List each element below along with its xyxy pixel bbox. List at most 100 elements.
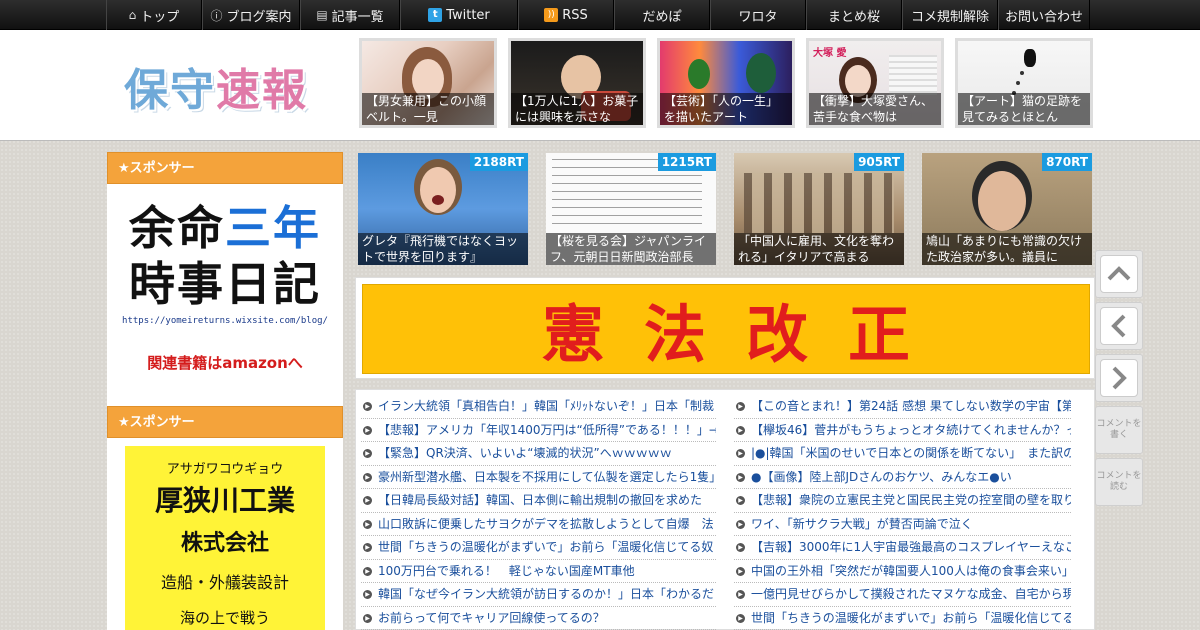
- ad1-amazon-link[interactable]: 関連書籍はamazonへ: [107, 352, 343, 373]
- ad2-name: 厚狭川工業: [154, 484, 295, 517]
- nav-item[interactable]: コメ規制解除: [902, 0, 998, 30]
- article-link[interactable]: ▶ |●|韓国「米国のせいで日本との関係を断てない」 また訳の分: [734, 442, 1071, 466]
- rss-icon: )): [544, 8, 559, 22]
- info-icon: ⓘ: [210, 8, 223, 23]
- comment-read-button[interactable]: コメントを読む: [1095, 458, 1143, 506]
- rt-badge: 1215RT: [657, 153, 716, 171]
- top-navigation-bar: ⌂ トップ ⓘ ブログ案内 ▤ 記事一覧 t Twitter)) RSS だめぽ ワロタ まとめ桜 コメ…: [0, 0, 1200, 30]
- article-link[interactable]: ▶ 世間「ちきうの温暖化がまずいで」お前ら「温暖化信じてる奴: [734, 607, 1071, 630]
- twitter-icon: t: [428, 8, 443, 22]
- rt-item[interactable]: 1215RT 【桜を見る会】ジャパンライフ、元朝日日新聞政治部長: [546, 153, 716, 265]
- ad2-more: 海の上で戦う: [179, 609, 270, 627]
- article-link[interactable]: ▶ 山口敗訴に便乗したサヨクがデマを拡散しようとして自爆 法: [361, 513, 716, 536]
- article-title: 【悲報】衆院の立憲民主党と国民民主党の控室間の壁を取り払: [751, 493, 1071, 507]
- prev-button[interactable]: [1095, 302, 1143, 350]
- nav-item[interactable]: ⌂ トップ: [106, 0, 202, 30]
- article-link[interactable]: ▶ 【悲報】衆院の立憲民主党と国民民主党の控室間の壁を取り払: [734, 489, 1071, 513]
- article-link[interactable]: ▶ 【緊急】QR決済、いよいよ“壊滅的状況”へｗｗｗｗｗ: [361, 442, 716, 466]
- article-title: 【緊急】QR決済、いよいよ“壊滅的状況”へｗｗｗｗｗ: [378, 446, 672, 460]
- list-icon: ▤: [316, 8, 328, 22]
- featured-thumb[interactable]: 【男女兼用】この小顔ベルト。一見: [359, 38, 497, 128]
- sponsor-ad-company[interactable]: アサガワコウギョウ 厚狭川工業 株式会社 造船・外艤装設計 海の上で戦う: [125, 446, 325, 630]
- nav-items: ⌂ トップ ⓘ ブログ案内 ▤ 記事一覧 t Twitter)) RSS だめぽ ワロタ まとめ桜 コメ…: [106, 0, 1090, 30]
- nav-item[interactable]: ▤ 記事一覧: [300, 0, 400, 30]
- rt-item[interactable]: 870RT 鳩山「あまりにも常識の欠けた政治家が多い。議員に: [922, 153, 1092, 265]
- ad1-line2: 時事日記: [129, 257, 321, 311]
- article-link[interactable]: ▶ イラン大統領「真相告白！」韓国「ﾒﾘｯﾄないぞ！」日本「制裁: [361, 395, 716, 419]
- article-title: 世間「ちきうの温暖化がまずいで」お前ら「温暖化信じてる奴: [378, 540, 714, 554]
- article-title: 【吉報】3000年に1人宇宙最強最高のコスプレイヤーえなこさん: [751, 540, 1071, 554]
- bullet-icon: ▶: [736, 613, 745, 623]
- article-link[interactable]: ▶ 【吉報】3000年に1人宇宙最強最高のコスプレイヤーえなこさん: [734, 536, 1071, 560]
- article-link[interactable]: ▶ 100万円台で乗れる！ 軽じゃない国産MT車他: [361, 560, 716, 583]
- nav-label: ブログ案内: [226, 9, 292, 25]
- bullet-icon: ▶: [363, 613, 372, 623]
- nav-label: お問い合わせ: [1004, 9, 1083, 25]
- article-link[interactable]: ▶ 韓国「なぜ今イラン大統領が訪日するのか！」日本「わかるだ: [361, 583, 716, 607]
- rt-item[interactable]: 905RT 「中国人に雇用、文化を奪われる」イタリアで高まる: [734, 153, 904, 265]
- sponsor-ad-blog[interactable]: 余命三年 時事日記 https://yomeireturns.wixsite.c…: [107, 184, 343, 406]
- nav-label: RSS: [562, 7, 588, 23]
- featured-caption: 【男女兼用】この小顔ベルト。一見: [362, 93, 494, 125]
- ad1-line1a: 余命: [129, 201, 225, 255]
- featured-thumbnails: 【男女兼用】この小顔ベルト。一見 【1万人に1人】お菓子には興味を示さな 【芸術…: [359, 38, 1093, 128]
- article-link[interactable]: ▶ ●【画像】陸上部JDさんのおケツ、みんなエ●い: [734, 466, 1071, 489]
- comment-read-label: コメントを読む: [1096, 471, 1142, 492]
- rt-badge: 2188RT: [469, 153, 528, 171]
- comment-write-label: コメントを書く: [1096, 419, 1142, 440]
- logo-accent: 速報: [216, 65, 308, 116]
- site-logo[interactable]: 保守速報: [124, 54, 308, 118]
- bullet-icon: ▶: [363, 543, 372, 552]
- nav-item[interactable]: t Twitter: [400, 0, 518, 30]
- nav-item[interactable]: まとめ桜: [806, 0, 902, 30]
- bullet-icon: ▶: [736, 425, 745, 435]
- article-link[interactable]: ▶ 中国の王外相「突然だが韓国要人100人は俺の食事会来い」→え: [734, 560, 1071, 583]
- nav-label: コメ規制解除: [910, 9, 989, 25]
- rt-badge: 870RT: [1042, 153, 1092, 171]
- bullet-icon: ▶: [363, 472, 372, 482]
- bullet-icon: ▶: [363, 590, 372, 599]
- article-link[interactable]: ▶ 【日韓局長級対話】韓国、日本側に輸出規制の撤回を求めた: [361, 489, 716, 513]
- nav-label: ワロタ: [738, 9, 778, 25]
- article-link[interactable]: ▶ ワイ、「新サクラ大戦」が賛否両論で泣く: [734, 513, 1071, 536]
- constitution-banner[interactable]: 憲法改正: [362, 284, 1090, 374]
- article-link[interactable]: ▶ お前らって何でキャリア回線使ってるの？: [361, 607, 716, 630]
- article-column-right: ▶ 【この音とまれ！】第24話 感想 果てしない数学の宇宙【第2ク ▶ 【欅坂46】菅…: [734, 395, 1071, 630]
- article-title: 一億円見せびらかして撲殺されたマヌケな成金、自宅から現金: [751, 587, 1071, 601]
- ad2-kana: アサガワコウギョウ: [166, 462, 284, 477]
- nav-item[interactable]: お問い合わせ: [998, 0, 1090, 30]
- featured-caption: 【芸術】「人の一生」を描いたアート: [660, 93, 792, 125]
- nav-item[interactable]: だめぽ: [614, 0, 710, 30]
- side-buttons: コメントを書く コメントを読む: [1095, 250, 1145, 510]
- featured-thumb[interactable]: 【1万人に1人】お菓子には興味を示さな: [508, 38, 646, 128]
- bullet-icon: ▶: [363, 449, 372, 458]
- article-title: ワイ、「新サクラ大戦」が賛否両論で泣く: [751, 516, 973, 531]
- featured-thumb[interactable]: 大塚 愛 【衝撃】大塚愛さん、苦手な食べ物は: [806, 38, 944, 128]
- banner-frame: 憲法改正: [355, 277, 1095, 379]
- nav-item[interactable]: ⓘ ブログ案内: [202, 0, 300, 30]
- next-button[interactable]: [1095, 354, 1143, 402]
- article-link[interactable]: ▶ 【悲報】アメリカ「年収1400万円は“低所得”である！！！」→: [361, 419, 716, 442]
- article-link[interactable]: ▶ 【この音とまれ！】第24話 感想 果てしない数学の宇宙【第2ク: [734, 395, 1071, 419]
- article-link[interactable]: ▶ 豪州新型潜水艦、日本製を不採用にして仏製を選定したら1隻」: [361, 466, 716, 489]
- article-title: 韓国「なぜ今イラン大統領が訪日するのか！」日本「わかるだ: [378, 587, 715, 601]
- scroll-top-button[interactable]: [1095, 250, 1143, 298]
- chevron-up-icon: [1107, 266, 1131, 281]
- comment-write-button[interactable]: コメントを書く: [1095, 406, 1143, 454]
- nav-label: まとめ桜: [827, 9, 880, 25]
- nav-label: だめぽ: [642, 9, 682, 25]
- article-link[interactable]: ▶ 【欅坂46】菅井がもうちょっとオタ続けてくれませんか？って: [734, 419, 1071, 442]
- nav-label: Twitter: [446, 7, 490, 23]
- featured-thumb[interactable]: 【芸術】「人の一生」を描いたアート: [657, 38, 795, 128]
- article-title: 中国の王外相「突然だが韓国要人100人は俺の食事会来い」→え: [751, 563, 1071, 578]
- article-link[interactable]: ▶ 世間「ちきうの温暖化がまずいで」お前ら「温暖化信じてる奴: [361, 536, 716, 560]
- article-title: 100万円台で乗れる！ 軽じゃない国産MT車他: [378, 563, 635, 578]
- article-title: お前らって何でキャリア回線使ってるの？: [378, 610, 605, 625]
- bullet-icon: ▶: [736, 496, 745, 505]
- article-link[interactable]: ▶ 一億円見せびらかして撲殺されたマヌケな成金、自宅から現金: [734, 583, 1071, 607]
- nav-item[interactable]: ワロタ: [710, 0, 806, 30]
- nav-item[interactable]: )) RSS: [518, 0, 614, 30]
- article-title: ●【画像】陸上部JDさんのおケツ、みんなエ●い: [751, 469, 1012, 484]
- rt-item[interactable]: 2188RT グレタ『飛行機ではなくヨットで世界を回ります』: [358, 153, 528, 265]
- featured-thumb[interactable]: 【アート】猫の足跡を見てみるとほとん: [955, 38, 1093, 128]
